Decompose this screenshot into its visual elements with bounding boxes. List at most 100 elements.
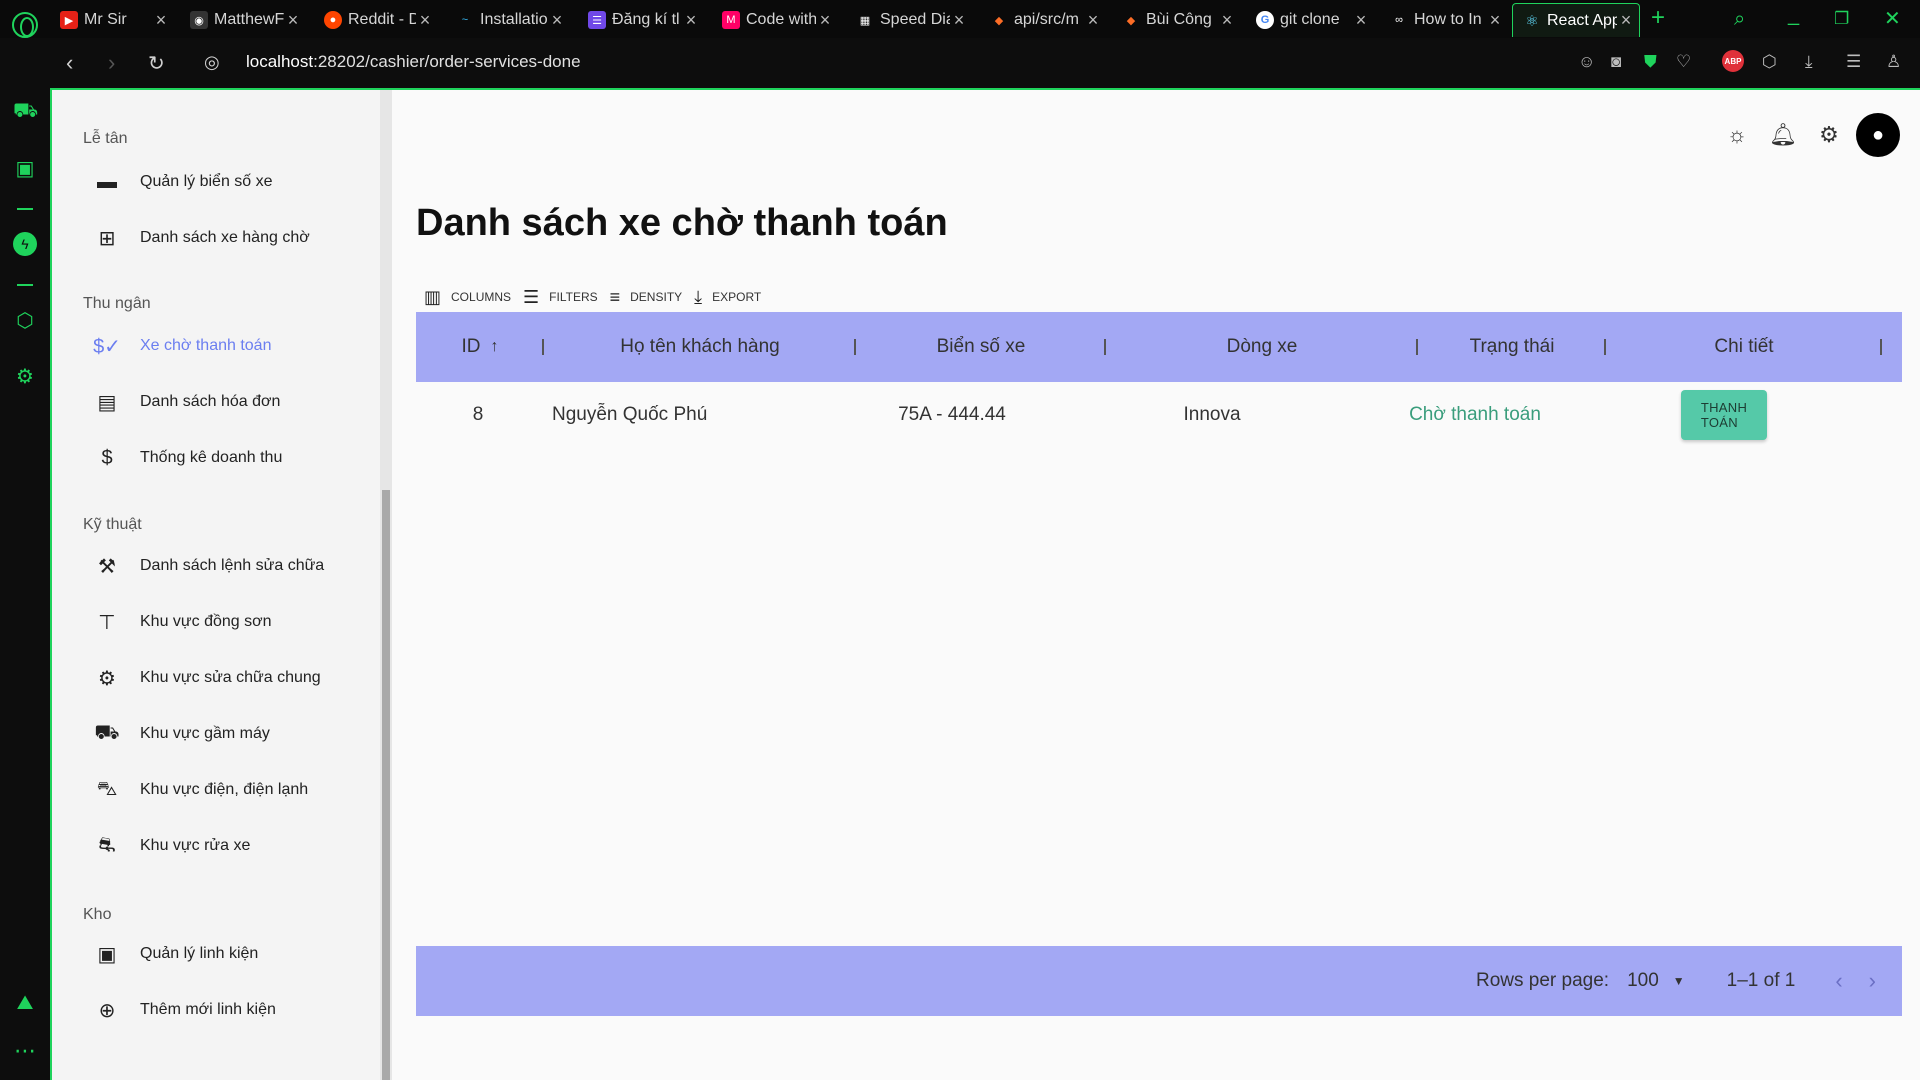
close-icon[interactable]: × — [152, 10, 170, 31]
browser-tab[interactable]: ▦ Speed Dia × — [846, 3, 972, 37]
grid-footer: Rows per page: 100 ▼ 1–1 of 1 ‹ › — [416, 946, 1902, 1016]
chevron-right-icon[interactable]: › — [1869, 968, 1876, 994]
messenger-icon[interactable]: ϟ — [13, 232, 37, 256]
browser-tab[interactable]: ∞ How to In × — [1380, 3, 1508, 37]
easy-setup-icon[interactable]: ☰ — [1846, 52, 1861, 72]
menu-item-add-part[interactable]: ⊕ Thêm mới linh kiện — [82, 988, 372, 1032]
menu-scrollbar[interactable] — [380, 90, 392, 1080]
column-header-name[interactable]: Họ tên khách hàng — [544, 312, 856, 382]
chatgpt-icon[interactable]: ▣ — [13, 156, 37, 180]
close-icon[interactable]: × — [548, 10, 566, 31]
search-icon[interactable]: ⌕ — [1734, 8, 1745, 31]
camera-icon[interactable]: ◙ — [1611, 52, 1621, 72]
close-icon[interactable]: × — [1218, 10, 1236, 31]
menu-item-repair-orders[interactable]: ⚒ Danh sách lệnh sửa chữa — [82, 544, 372, 588]
emoji-icon[interactable]: ☺ — [1578, 52, 1595, 72]
columns-button[interactable]: ▥ COLUMNS — [424, 287, 511, 308]
menu-item-awaiting-payment[interactable]: $✓ Xe chờ thanh toán — [82, 324, 372, 368]
chevron-left-icon[interactable]: ‹ — [1835, 968, 1842, 994]
close-icon[interactable]: × — [682, 10, 700, 31]
new-tab-icon[interactable]: + — [1651, 4, 1665, 32]
close-icon[interactable]: × — [1352, 10, 1370, 31]
close-window-icon[interactable]: ✕ — [1884, 6, 1901, 31]
menu-item-invoices[interactable]: ▤ Danh sách hóa đơn — [82, 380, 372, 424]
more-icon[interactable]: ⋯ — [13, 1038, 37, 1063]
tab-label: Speed Dia — [880, 11, 950, 28]
pay-button[interactable]: THANH TOÁN — [1680, 390, 1768, 440]
filters-button[interactable]: ☰ FILTERS — [523, 287, 598, 308]
gitlab-icon: ◆ — [994, 14, 1004, 27]
export-button[interactable]: ⤓ EXPORT — [694, 287, 761, 308]
cube-icon[interactable]: ⬡ — [13, 308, 37, 332]
browser-tab[interactable]: ☰ Đăng kí tl × — [578, 3, 704, 37]
add-circle-icon: ⊕ — [98, 999, 116, 1022]
minimize-icon[interactable]: _ — [1788, 4, 1799, 27]
gallery-icon[interactable]: ⛰ — [13, 992, 37, 1016]
menu-item-undercarriage[interactable]: ⛟ Khu vực gầm máy — [82, 712, 372, 756]
download-icon[interactable]: ⤓ — [1805, 52, 1813, 72]
reload-icon[interactable]: ↻ — [148, 51, 165, 76]
sidebar-divider — [17, 284, 33, 286]
menu-item-parts-management[interactable]: ▣ Quản lý linh kiện — [82, 932, 372, 976]
menu-item-paint-area[interactable]: ⊤ Khu vực đồng sơn — [82, 600, 372, 644]
rows-per-page-label: Rows per page: — [1476, 970, 1610, 991]
back-icon[interactable]: ‹ — [66, 50, 73, 76]
close-icon[interactable]: × — [1617, 10, 1635, 31]
tab-label: Mr Sir — [84, 11, 127, 28]
notifications-icon[interactable]: 🔔︎ — [1760, 112, 1806, 158]
settings-icon[interactable]: ⚙ — [1806, 112, 1852, 158]
export-label: EXPORT — [712, 290, 762, 304]
forward-icon[interactable]: › — [108, 50, 115, 76]
speed-dial-icon: ▦ — [859, 14, 871, 27]
light-mode-icon[interactable]: ☼ — [1714, 112, 1760, 158]
adblock-icon[interactable]: ABP — [1722, 50, 1744, 72]
menu-item-car-wash[interactable]: ⛐ Khu vực rửa xe — [82, 824, 372, 868]
menu-item-revenue[interactable]: $ Thống kê doanh thu — [82, 436, 372, 480]
cell-id: 8 — [472, 404, 484, 425]
tab-label: Reddit - D — [348, 11, 416, 28]
settings-icon[interactable]: ⚙ — [13, 364, 37, 388]
browser-tab[interactable]: ● Reddit - D × — [314, 3, 438, 37]
table-row[interactable]: 8 Nguyễn Quốc Phú 75A - 444.44 Innova Ch… — [416, 382, 1902, 448]
density-button[interactable]: ≡ DENSITY — [610, 287, 683, 308]
arrow-up-icon[interactable]: ↑ — [491, 338, 499, 356]
column-header-model[interactable]: Dòng xe — [1106, 312, 1418, 382]
close-icon[interactable]: × — [1084, 10, 1102, 31]
column-header-label: Chi tiết — [1714, 336, 1774, 357]
shield-icon[interactable]: ⛊ — [1644, 52, 1657, 72]
menu-item-plate-management[interactable]: ▬ Quản lý biển số xe — [82, 160, 372, 204]
opera-logo-icon[interactable] — [12, 12, 38, 38]
column-header-details[interactable]: Chi tiết — [1606, 312, 1882, 382]
shopping-icon[interactable]: ⛟ — [13, 100, 38, 124]
heart-icon[interactable]: ♡ — [1676, 52, 1691, 72]
browser-tab[interactable]: ~ Installatio × — [446, 3, 570, 37]
close-icon[interactable]: × — [416, 10, 434, 31]
profile-icon[interactable]: ♙ — [1886, 52, 1901, 72]
menu-item-electrical[interactable]: ⛍ Khu vực điện, điện lạnh — [82, 768, 372, 812]
cell-status: Chờ thanh toán — [1409, 404, 1541, 425]
cube-icon[interactable]: ⬡ — [1762, 52, 1777, 72]
restore-icon[interactable]: ❐ — [1834, 9, 1849, 29]
scrollbar-thumb[interactable] — [382, 490, 390, 1080]
close-icon[interactable]: × — [1486, 10, 1504, 31]
close-icon[interactable]: × — [950, 10, 968, 31]
browser-tab[interactable]: M Code with × — [712, 3, 838, 37]
browser-tab[interactable]: ▶ Mr Sir × — [50, 3, 174, 37]
browser-tab[interactable]: ◆ api/src/m × — [980, 3, 1106, 37]
close-icon[interactable]: × — [284, 10, 302, 31]
menu-item-queue[interactable]: ⊞ Danh sách xe hàng chờ — [82, 216, 372, 260]
column-header-plate[interactable]: Biển số xe — [856, 312, 1106, 382]
browser-tab[interactable]: ◆ Bùi Công × — [1112, 3, 1240, 37]
browser-tab-active[interactable]: ⚛ React App × — [1512, 3, 1640, 37]
url-field[interactable]: localhost:28202/cashier/order-services-d… — [246, 52, 581, 72]
close-icon[interactable]: × — [816, 10, 834, 31]
avatar[interactable]: ● — [1856, 113, 1900, 157]
column-header-id[interactable]: ID ↑ — [416, 312, 544, 382]
menu-item-label: Khu vực điện, điện lạnh — [140, 781, 309, 798]
menu-item-general-repair[interactable]: ⚙ Khu vực sửa chữa chung — [82, 656, 372, 700]
browser-tab[interactable]: ◉ MatthewF × — [180, 3, 306, 37]
column-separator[interactable] — [1880, 339, 1882, 355]
column-header-status[interactable]: Trạng thái — [1418, 312, 1606, 382]
rows-per-page-select[interactable]: 100 ▼ — [1627, 970, 1685, 992]
browser-tab[interactable]: G git clone × — [1246, 3, 1374, 37]
